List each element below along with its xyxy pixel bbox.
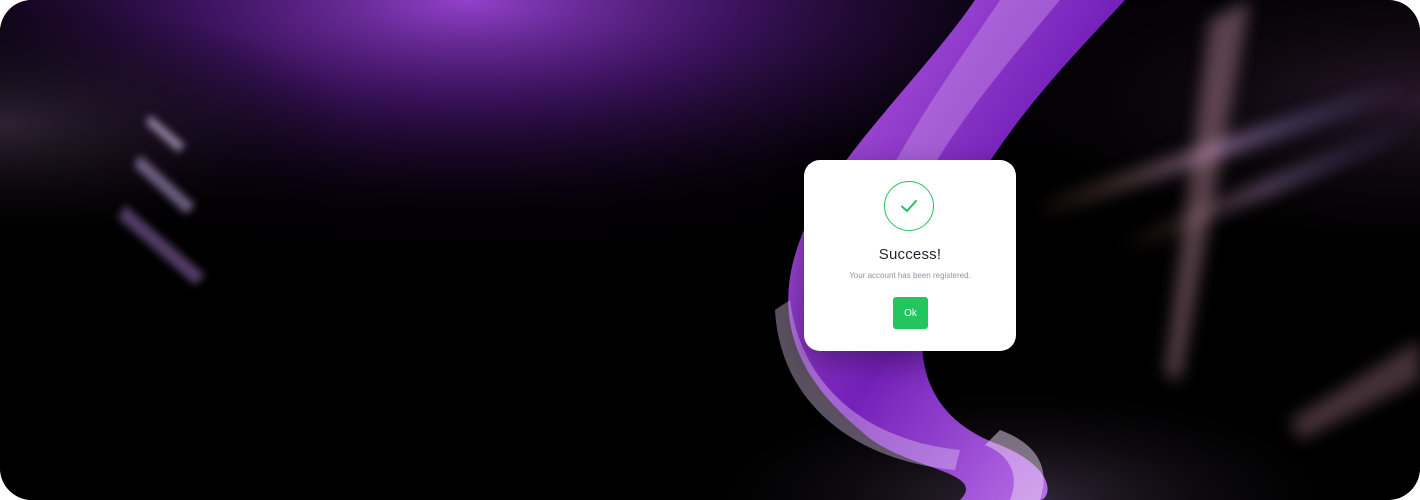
checkmark-circle-icon bbox=[884, 181, 934, 231]
screen: Success! Your account has been registere… bbox=[0, 0, 1420, 500]
success-dialog: Success! Your account has been registere… bbox=[804, 160, 1016, 351]
ok-button[interactable]: Ok bbox=[893, 297, 928, 329]
abstract-background-image bbox=[0, 0, 1420, 500]
dialog-message: Your account has been registered. bbox=[849, 271, 971, 280]
dialog-title: Success! bbox=[878, 246, 942, 263]
